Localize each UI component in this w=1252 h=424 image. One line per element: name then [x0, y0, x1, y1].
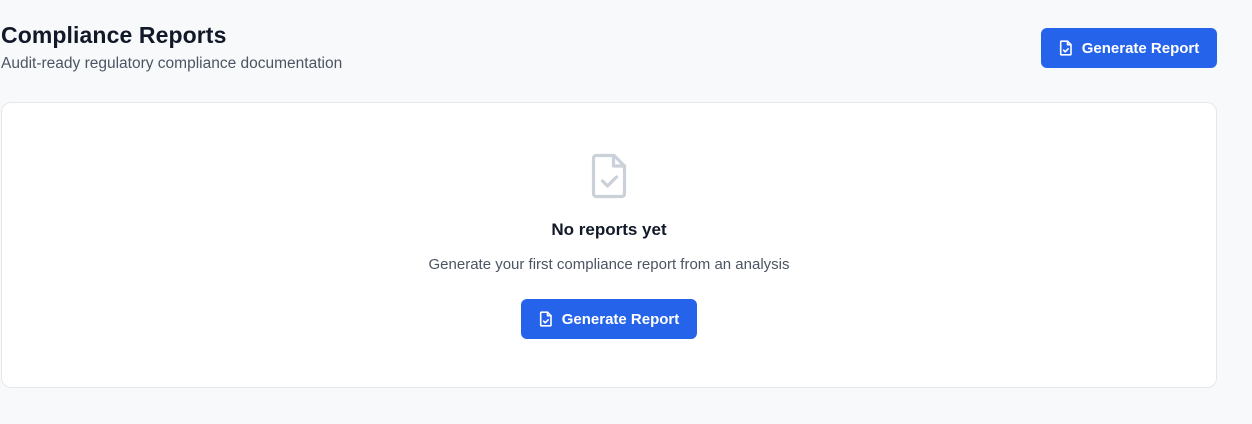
empty-state-message: Generate your first compliance report fr… [428, 256, 790, 273]
file-check-icon [1059, 40, 1073, 56]
generate-report-button[interactable]: Generate Report [1041, 28, 1217, 68]
page-subtitle: Audit-ready regulatory compliance docume… [1, 55, 343, 72]
reports-empty-card: No reports yet Generate your first compl… [1, 102, 1217, 388]
generate-report-button-label: Generate Report [1081, 39, 1200, 57]
empty-state-generate-report-button[interactable]: Generate Report [521, 299, 697, 339]
empty-state-generate-report-label: Generate Report [561, 310, 680, 328]
page-title: Compliance Reports [1, 22, 227, 48]
empty-state-title: No reports yet [551, 220, 667, 239]
page-header: Compliance Reports Audit-ready regulator… [1, 20, 342, 74]
compliance-reports-page: Compliance Reports Audit-ready regulator… [0, 0, 1252, 424]
file-check-icon [591, 153, 629, 199]
file-check-icon [539, 311, 553, 327]
